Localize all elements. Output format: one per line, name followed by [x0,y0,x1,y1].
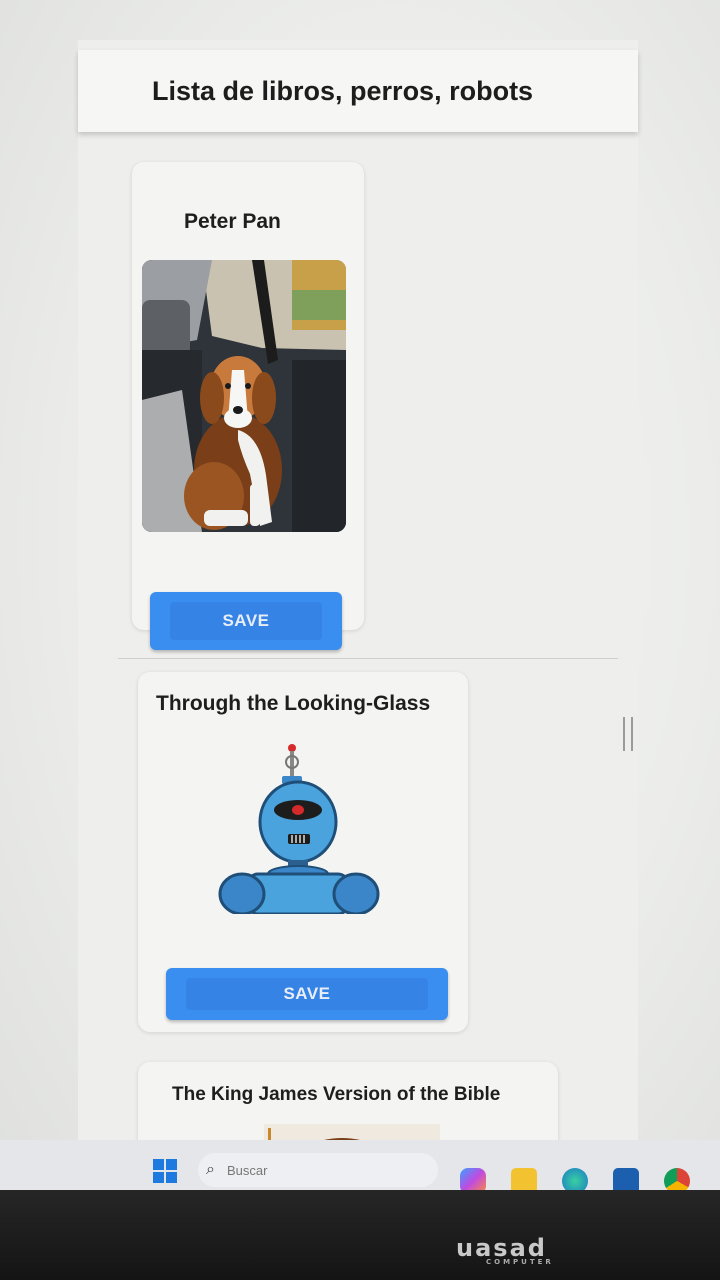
card-title: The King James Version of the Bible [172,1084,501,1105]
list-item: Through the Looking-Glass SAVE [138,672,468,1032]
app-bar: Lista de libros, perros, robots [78,50,638,132]
save-button[interactable]: SAVE [166,968,448,1020]
card-title: Through the Looking-Glass [156,692,431,715]
save-button-label: SAVE [222,611,270,630]
search-icon: ⌕ [206,1161,215,1178]
monitor-brand-logo: uasad COMPUTER [456,1234,554,1266]
search-placeholder: Buscar [226,1162,268,1178]
brand-sub: COMPUTER [486,1258,554,1266]
list-item: Peter Pan SAVE [132,162,364,650]
scrollbar-handle[interactable] [623,717,633,751]
card-title: Peter Pan [184,210,281,233]
page-title: Lista de libros, perros, robots [152,75,534,106]
robot-image [218,742,398,916]
list-item: The King James Version of the Bible [138,1062,558,1140]
save-button[interactable]: SAVE [150,592,342,650]
dog-image [142,260,346,532]
card-list[interactable]: Peter Pan SAVE Through the Looking-Glass… [78,132,638,1140]
monitor-screen: Lista de libros, perros, robots Peter Pa… [0,0,720,1194]
search-input[interactable]: ⌕ Buscar [198,1153,438,1187]
taskbar: ⌕ Buscar [0,1140,720,1194]
windows-start-icon[interactable] [152,1158,178,1184]
save-button-label: SAVE [283,984,331,1003]
app-window: Lista de libros, perros, robots Peter Pa… [78,40,638,1140]
bible-image [264,1124,440,1140]
monitor-bezel [0,1190,720,1280]
divider [118,658,618,659]
